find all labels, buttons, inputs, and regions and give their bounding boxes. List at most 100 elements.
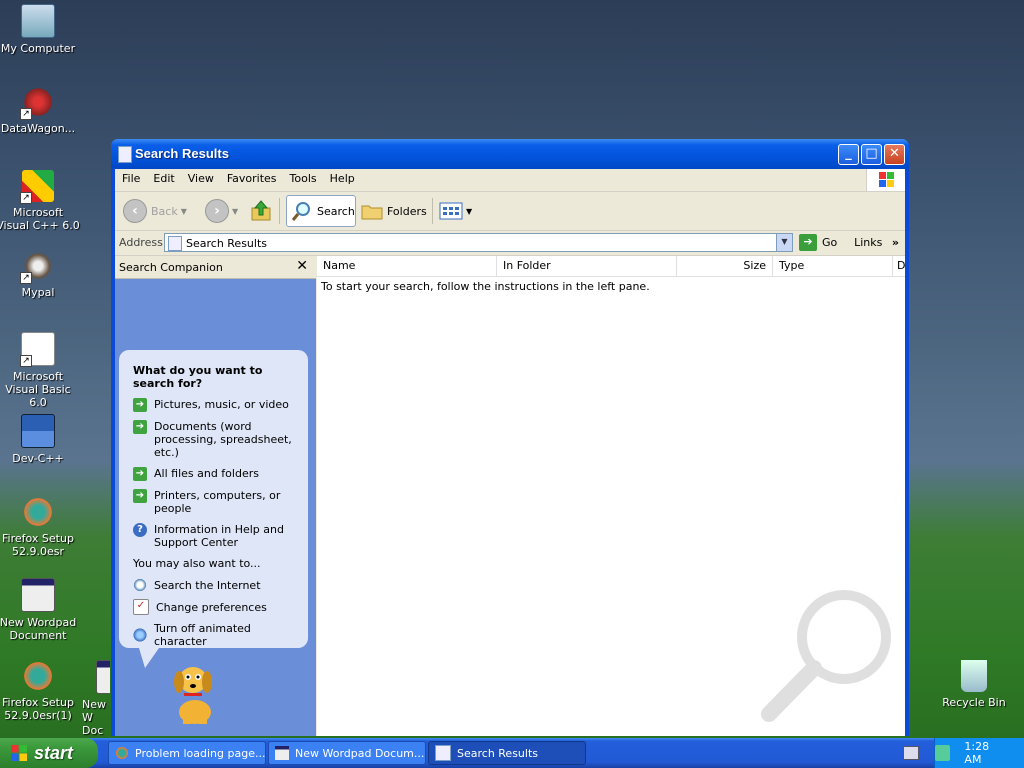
results-column-header: Name In Folder Size Type D xyxy=(317,256,905,277)
option-documents[interactable]: ➔ Documents (word processing, spreadshee… xyxy=(133,420,298,459)
datawagon-icon xyxy=(20,86,54,120)
folders-button[interactable]: Folders xyxy=(361,195,427,227)
arrow-right-icon: ➔ xyxy=(133,489,147,503)
menu-file[interactable]: File xyxy=(116,169,146,189)
character-icon xyxy=(133,628,147,642)
option-printers-computers-people[interactable]: ➔ Printers, computers, or people xyxy=(133,489,298,515)
option-pictures-music-video[interactable]: ➔ Pictures, music, or video xyxy=(133,398,298,412)
desktop-icon-label: New W Doc xyxy=(82,698,106,737)
search-companion-pane: Search Companion ✕ What do you want to s… xyxy=(115,256,316,736)
windows-flag-icon xyxy=(11,745,27,761)
menu-tools[interactable]: Tools xyxy=(284,169,323,189)
desktop-icon-wordpad[interactable]: New Wordpad Document xyxy=(0,578,80,642)
links-button[interactable]: Links » xyxy=(854,236,899,249)
option-search-internet[interactable]: Search the Internet xyxy=(133,578,298,592)
desktop-icon-firefox-setup[interactable]: Firefox Setup 52.9.0esr xyxy=(0,496,80,558)
firefox-icon xyxy=(22,660,54,692)
search-results-icon xyxy=(168,236,182,251)
chevron-down-icon: ▼ xyxy=(232,206,239,216)
title-bar[interactable]: Search Results _ □ ✕ xyxy=(111,139,909,169)
desktop-icon-visual-basic[interactable]: Microsoft Visual Basic 6.0 xyxy=(0,332,80,409)
desktop-icon-my-computer[interactable]: My Computer xyxy=(0,4,80,55)
firefox-icon xyxy=(22,496,54,528)
recycle-bin-icon xyxy=(961,660,987,692)
search-button[interactable]: Search xyxy=(286,195,356,227)
system-tray: 1:28 AM xyxy=(934,738,1024,768)
wordpad-icon xyxy=(275,746,289,760)
taskbar-button-search-results[interactable]: Search Results xyxy=(428,741,586,765)
views-icon xyxy=(439,202,463,220)
start-button[interactable]: start xyxy=(0,738,98,768)
search-options-bubble: What do you want to search for? ➔ Pictur… xyxy=(119,350,308,668)
desktop-icon-label: New Wordpad Document xyxy=(0,616,77,642)
visual-basic-icon xyxy=(20,332,55,367)
column-in-folder[interactable]: In Folder xyxy=(497,256,677,276)
arrow-right-icon: ➔ xyxy=(133,398,147,412)
minimize-button[interactable]: _ xyxy=(838,144,859,165)
close-button[interactable]: ✕ xyxy=(884,144,905,165)
option-change-preferences[interactable]: ✓ Change preferences xyxy=(133,599,298,615)
chevron-down-icon: ▼ xyxy=(180,206,187,216)
menu-bar: File Edit View Favorites Tools Help xyxy=(115,169,905,192)
back-button[interactable]: ‹ Back ▼ xyxy=(123,195,187,227)
desktop-icon-mypal[interactable]: Mypal xyxy=(0,250,80,299)
address-bar: Address Search Results ▼ ➔ Go Links » xyxy=(115,231,905,256)
option-all-files-folders[interactable]: ➔ All files and folders xyxy=(133,467,298,481)
toolbar-separator xyxy=(432,198,433,224)
clock[interactable]: 1:28 AM xyxy=(964,740,1008,766)
back-arrow-icon: ‹ xyxy=(123,199,147,223)
address-label: Address xyxy=(119,236,163,249)
taskbar-button-firefox[interactable]: Problem loading page... xyxy=(108,741,266,765)
up-folder-button[interactable] xyxy=(249,195,273,227)
up-folder-icon xyxy=(251,200,271,221)
go-button[interactable]: ➔ Go xyxy=(799,234,837,251)
help-icon: ? xyxy=(133,523,147,537)
close-companion-button[interactable]: ✕ xyxy=(296,258,308,274)
desktop-icon-label: Dev-C++ xyxy=(12,452,64,465)
desktop-icon-label: Firefox Setup 52.9.0esr xyxy=(2,532,74,558)
keyboard-language-icon[interactable] xyxy=(903,746,919,760)
search-results-icon xyxy=(435,745,451,761)
checklist-icon: ✓ xyxy=(133,599,149,615)
desktop-icon-label: Mypal xyxy=(21,286,55,299)
taskbar-button-wordpad[interactable]: New Wordpad Docum... xyxy=(268,741,426,765)
maximize-button[interactable]: □ xyxy=(861,144,882,165)
network-icon[interactable] xyxy=(935,745,951,761)
column-name[interactable]: Name xyxy=(317,256,497,276)
option-turn-off-character[interactable]: Turn off animated character xyxy=(133,622,298,648)
desktop-icon-label: Recycle Bin xyxy=(942,696,1006,709)
desktop-icon-label: My Computer xyxy=(0,42,76,55)
results-empty-message: To start your search, follow the instruc… xyxy=(321,280,650,293)
computer-icon xyxy=(21,4,55,38)
wordpad-icon xyxy=(96,660,110,694)
address-dropdown-button[interactable]: ▼ xyxy=(776,233,793,252)
window-icon xyxy=(118,146,132,163)
forward-arrow-icon: › xyxy=(205,199,229,223)
menu-favorites[interactable]: Favorites xyxy=(221,169,283,189)
desktop-icon-dev-cpp[interactable]: Dev-C++ xyxy=(0,414,80,465)
desktop-icon-label: Microsoft Visual C++ 6.0 xyxy=(0,206,80,232)
menu-view[interactable]: View xyxy=(182,169,220,189)
folder-icon xyxy=(361,205,383,220)
address-input[interactable]: Search Results xyxy=(164,233,793,252)
taskbar: start Problem loading page... New Wordpa… xyxy=(0,738,1024,768)
animated-dog-icon[interactable] xyxy=(165,656,225,726)
desktop-icon-datawagon[interactable]: DataWagon... xyxy=(0,86,80,135)
menu-help[interactable]: Help xyxy=(324,169,361,189)
desktop-icon-label: DataWagon... xyxy=(0,122,76,135)
column-date[interactable]: D xyxy=(893,256,905,276)
column-type[interactable]: Type xyxy=(773,256,893,276)
menu-edit[interactable]: Edit xyxy=(147,169,180,189)
views-button[interactable]: ▼ xyxy=(439,195,472,227)
also-label: You may also want to... xyxy=(133,557,261,570)
desktop-icon-recycle-bin[interactable]: Recycle Bin xyxy=(932,660,1016,709)
forward-button[interactable]: › ▼ xyxy=(205,195,238,227)
column-size[interactable]: Size xyxy=(677,256,773,276)
chevron-down-icon: ▼ xyxy=(466,206,473,216)
option-help-support[interactable]: ? Information in Help and Support Center xyxy=(133,523,298,549)
firefox-icon xyxy=(115,746,129,760)
search-results-pane: Name In Folder Size Type D To start your… xyxy=(317,256,905,736)
desktop-icon-wordpad-2[interactable]: New W Doc xyxy=(66,660,110,737)
desktop-icon-visual-cpp[interactable]: Microsoft Visual C++ 6.0 xyxy=(0,170,80,232)
wordpad-icon xyxy=(21,578,55,612)
